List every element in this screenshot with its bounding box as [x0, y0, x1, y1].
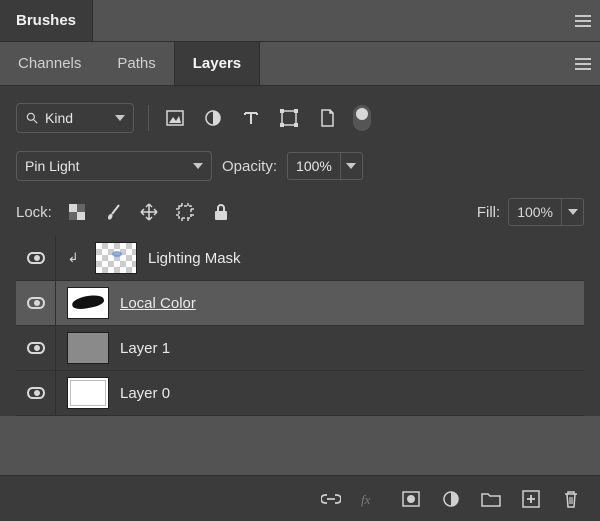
trash-icon	[563, 490, 579, 508]
layer-name-label[interactable]: Lighting Mask	[148, 250, 241, 267]
delete-layer-button[interactable]	[560, 488, 582, 510]
opacity-value: 100%	[288, 158, 340, 174]
new-layer-icon	[522, 490, 540, 508]
opacity-dropdown-button[interactable]	[340, 153, 362, 179]
tab-paths[interactable]: Paths	[99, 42, 173, 85]
new-layer-button[interactable]	[520, 488, 542, 510]
eye-icon	[27, 252, 45, 264]
add-mask-button[interactable]	[400, 488, 422, 510]
hamburger-icon	[575, 63, 591, 65]
filter-adjustment-layers-button[interactable]	[201, 106, 225, 130]
lock-artboard-button[interactable]	[174, 200, 196, 224]
opacity-input[interactable]: 100%	[287, 152, 363, 180]
chevron-down-icon	[193, 163, 203, 169]
panel-header-spacer	[93, 0, 566, 41]
layer-effects-button[interactable]: fx	[360, 488, 382, 510]
filter-kind-dropdown[interactable]: Kind	[16, 103, 134, 133]
chevron-down-icon	[115, 115, 125, 121]
clipping-mask-icon: ↳	[66, 250, 80, 266]
link-icon	[321, 493, 341, 505]
search-icon	[25, 111, 39, 125]
fill-label: Fill:	[477, 204, 500, 221]
filter-pixel-layers-button[interactable]	[163, 106, 187, 130]
layer-thumbnail[interactable]	[66, 286, 110, 320]
tab-channels[interactable]: Channels	[0, 42, 99, 85]
fx-icon: fx	[361, 491, 381, 507]
shape-icon	[280, 109, 298, 127]
new-group-button[interactable]	[480, 488, 502, 510]
fill-input[interactable]: 100%	[508, 198, 584, 226]
lock-label: Lock:	[16, 204, 52, 221]
layer-thumbnail[interactable]	[94, 241, 138, 275]
filter-separator	[148, 105, 149, 131]
new-adjustment-layer-button[interactable]	[440, 488, 462, 510]
tabs-spacer	[260, 42, 566, 85]
layer-row[interactable]: ↳ Lighting Mask	[16, 236, 584, 281]
eye-icon	[27, 342, 45, 354]
panel-tabs: Channels Paths Layers	[0, 42, 600, 86]
smartobject-icon	[319, 109, 335, 127]
layer-row[interactable]: Local Color	[16, 281, 584, 326]
fill-value: 100%	[509, 204, 561, 220]
layer-thumbnail[interactable]	[66, 376, 110, 410]
layer-row[interactable]: Layer 1	[16, 326, 584, 371]
filter-kind-label: Kind	[45, 110, 73, 126]
hamburger-icon	[575, 20, 591, 22]
adjustment-icon	[204, 109, 222, 127]
tab-brushes[interactable]: Brushes	[0, 0, 93, 41]
filter-smart-objects-button[interactable]	[315, 106, 339, 130]
adjustment-icon	[442, 490, 460, 508]
layers-panel-body: Kind	[0, 86, 600, 416]
artboard-lock-icon	[176, 203, 194, 221]
tab-brushes-label: Brushes	[16, 12, 76, 29]
layer-visibility-toggle[interactable]	[16, 326, 56, 370]
lock-pixels-button[interactable]	[102, 200, 124, 224]
brushes-panel-header: Brushes	[0, 0, 600, 42]
layer-name-label[interactable]: Layer 0	[120, 385, 170, 402]
layer-row[interactable]: Layer 0	[16, 371, 584, 416]
layer-visibility-toggle[interactable]	[16, 371, 56, 415]
chevron-down-icon	[346, 163, 356, 169]
filter-type-layers-button[interactable]	[239, 106, 263, 130]
eye-icon	[27, 387, 45, 399]
fill-group: Fill: 100%	[477, 198, 584, 226]
tab-layers[interactable]: Layers	[174, 42, 260, 85]
layers-panel-menu-button[interactable]	[566, 42, 600, 85]
blend-opacity-row: Pin Light Opacity: 100%	[16, 144, 584, 188]
blend-mode-dropdown[interactable]: Pin Light	[16, 151, 212, 181]
layer-thumbnail[interactable]	[66, 331, 110, 365]
lock-fill-row: Lock:	[16, 192, 584, 232]
layers-list: ↳ Lighting Mask Local Color Layer 1	[16, 236, 584, 416]
tab-layers-label: Layers	[193, 55, 241, 72]
brush-icon	[105, 203, 121, 221]
link-layers-button[interactable]	[320, 488, 342, 510]
mask-icon	[402, 491, 420, 507]
layer-visibility-toggle[interactable]	[16, 281, 56, 325]
lock-position-button[interactable]	[138, 200, 160, 224]
image-icon	[166, 110, 184, 126]
tab-channels-label: Channels	[18, 55, 81, 72]
opacity-label: Opacity:	[222, 158, 277, 175]
layers-bottom-toolbar: fx	[0, 475, 600, 521]
folder-icon	[481, 491, 501, 507]
chevron-down-icon	[568, 209, 578, 215]
tab-paths-label: Paths	[117, 55, 155, 72]
transparency-lock-icon	[69, 204, 85, 220]
layer-name-label[interactable]: Layer 1	[120, 340, 170, 357]
layer-filter-row: Kind	[16, 98, 584, 138]
fill-dropdown-button[interactable]	[561, 199, 583, 225]
svg-text:fx: fx	[361, 492, 371, 507]
eye-icon	[27, 297, 45, 309]
blend-mode-value: Pin Light	[25, 158, 79, 174]
filter-toggle-switch[interactable]	[353, 105, 371, 131]
layer-visibility-toggle[interactable]	[16, 236, 56, 280]
lock-icon	[214, 203, 228, 221]
lock-all-button[interactable]	[210, 200, 232, 224]
move-icon	[140, 203, 158, 221]
layer-name-label[interactable]: Local Color	[120, 295, 196, 312]
filter-shape-layers-button[interactable]	[277, 106, 301, 130]
type-icon	[243, 110, 259, 126]
lock-transparency-button[interactable]	[66, 200, 88, 224]
brushes-panel-menu-button[interactable]	[566, 0, 600, 41]
